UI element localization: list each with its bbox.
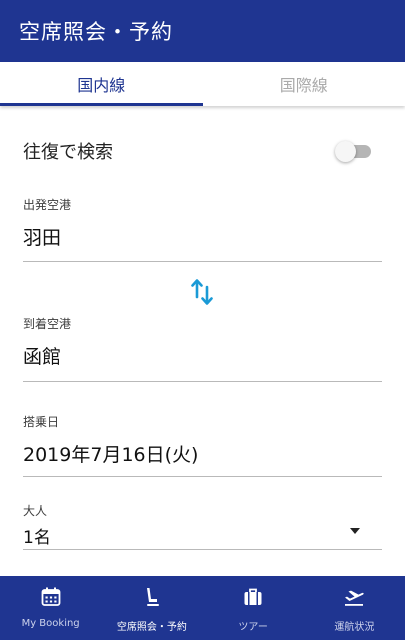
nav-flight-status-label: 運航状況: [334, 622, 375, 633]
arrival-airport-value: 函館: [23, 346, 62, 368]
round-trip-toggle[interactable]: [335, 140, 373, 162]
tab-domestic[interactable]: 国内線: [0, 62, 203, 106]
boarding-date-value: 2019年7月16日(火): [23, 444, 199, 466]
nav-seat-reservation[interactable]: 空席照会・予約: [101, 576, 202, 640]
tab-international[interactable]: 国際線: [203, 62, 405, 106]
app-bar: 空席照会・予約: [0, 0, 405, 62]
plane-departure-icon: [345, 590, 365, 606]
nav-seat-reservation-label: 空席照会・予約: [116, 622, 187, 633]
arrival-airport-field[interactable]: 到着空港 函館: [23, 315, 382, 382]
seat-icon: [146, 588, 159, 606]
page-title: 空席照会・予約: [19, 20, 173, 44]
suitcase-icon: [244, 588, 262, 605]
departure-airport-label: 出発空港: [23, 198, 72, 212]
round-trip-row: 往復で検索: [23, 135, 373, 167]
arrival-airport-label: 到着空港: [23, 317, 72, 331]
bottom-navigation: My Booking 空席照会・予約 ツアー 運航状況: [0, 576, 405, 640]
boarding-date-label: 搭乗日: [23, 415, 60, 429]
boarding-date-field[interactable]: 搭乗日 2019年7月16日(火): [23, 413, 382, 477]
adult-passenger-label: 大人: [23, 504, 48, 518]
swap-airports-icon[interactable]: [190, 277, 214, 307]
nav-flight-status[interactable]: 運航状況: [304, 576, 405, 640]
adult-passenger-value: 1名: [23, 528, 51, 548]
nav-my-booking[interactable]: My Booking: [0, 576, 101, 640]
round-trip-label: 往復で検索: [23, 142, 113, 163]
calendar-icon: [41, 587, 61, 606]
toggle-thumb: [335, 141, 356, 162]
departure-airport-field[interactable]: 出発空港 羽田: [23, 196, 382, 262]
departure-airport-value: 羽田: [23, 227, 62, 249]
route-tabs: 国内線 国際線: [0, 62, 405, 106]
dropdown-caret-icon: [350, 528, 360, 534]
adult-passenger-select[interactable]: 大人 1名: [23, 502, 382, 550]
nav-tour-label: ツアー: [238, 622, 268, 633]
nav-tour[interactable]: ツアー: [203, 576, 304, 640]
nav-my-booking-label: My Booking: [21, 618, 80, 629]
